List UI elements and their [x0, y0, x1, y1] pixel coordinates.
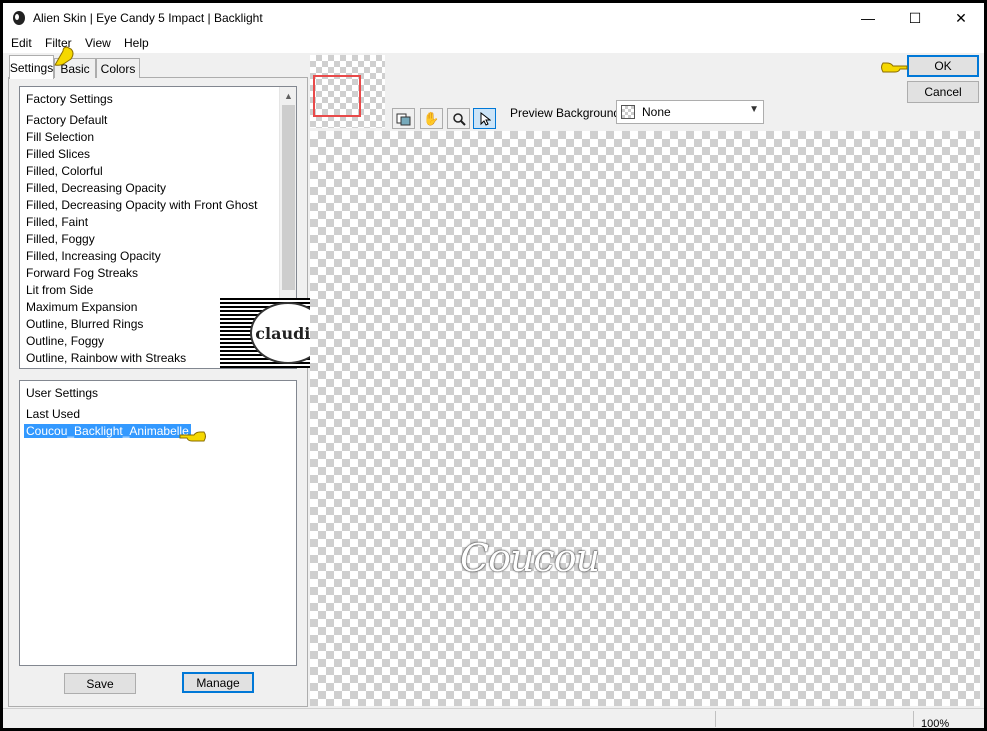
menu-edit[interactable]: Edit: [11, 36, 32, 50]
menu-view[interactable]: View: [85, 36, 111, 50]
preview-canvas[interactable]: Coucou: [310, 131, 980, 706]
navigator-frame[interactable]: [313, 75, 361, 117]
user-settings-list[interactable]: User Settings Last Used Coucou_Backlight…: [19, 380, 297, 666]
list-item[interactable]: Fill Selection: [26, 130, 94, 144]
tab-settings[interactable]: Settings: [9, 55, 54, 79]
minimize-icon: —: [861, 10, 875, 26]
manage-button[interactable]: Manage: [182, 672, 254, 693]
preview-toggle-button[interactable]: [392, 108, 415, 129]
list-item[interactable]: Outline, Blurred Rings: [26, 317, 143, 331]
list-item[interactable]: Outline, Foggy: [26, 334, 104, 348]
selection-arrow-button[interactable]: [473, 108, 496, 129]
preview-background-label: Preview Background:: [510, 106, 624, 120]
list-item[interactable]: Filled, Foggy: [26, 232, 95, 246]
preview-effect-text: Coucou: [460, 536, 600, 580]
menu-help[interactable]: Help: [124, 36, 149, 50]
magnifier-icon: [452, 112, 466, 126]
list-item[interactable]: Filled, Colorful: [26, 164, 103, 178]
list-item-last-used[interactable]: Last Used: [26, 407, 80, 421]
maximize-icon: ☐: [908, 9, 922, 26]
preview-background-value: None: [642, 105, 671, 119]
list-item[interactable]: Filled, Increasing Opacity: [26, 249, 161, 263]
arrow-pointer-icon: [480, 111, 491, 126]
eye-candy-window: Alien Skin | Eye Candy 5 Impact | Backli…: [3, 3, 984, 728]
chevron-down-icon: ▼: [749, 104, 759, 115]
zoom-level: 100%: [921, 718, 950, 728]
zoom-button[interactable]: [447, 108, 470, 129]
scroll-thumb[interactable]: [282, 105, 295, 290]
save-button[interactable]: Save: [64, 673, 136, 694]
list-item[interactable]: Lit from Side: [26, 283, 93, 297]
close-icon: ✕: [955, 9, 967, 26]
tab-colors[interactable]: Colors: [96, 58, 140, 78]
factory-settings-header: Factory Settings: [26, 92, 113, 106]
status-bar: 100%: [3, 708, 984, 728]
hand-icon: ✋: [423, 110, 440, 126]
list-item[interactable]: Filled, Decreasing Opacity: [26, 181, 166, 195]
list-item[interactable]: Filled, Decreasing Opacity with Front Gh…: [26, 198, 257, 212]
pointing-hand-icon: [179, 431, 206, 442]
list-item-selected[interactable]: Coucou_Backlight_Animabelle: [24, 424, 191, 438]
list-item[interactable]: Factory Default: [26, 113, 107, 127]
cancel-button[interactable]: Cancel: [907, 81, 979, 103]
user-settings-header: User Settings: [26, 386, 99, 400]
preview-toggle-icon: [396, 113, 410, 125]
menu-bar: Edit Filter View Help: [3, 33, 984, 53]
preview-background-select[interactable]: None ▼: [616, 100, 764, 124]
minimize-button[interactable]: —: [845, 3, 891, 33]
status-divider: [913, 711, 914, 727]
settings-tab-panel: Factory Settings Factory Default Fill Se…: [8, 77, 308, 707]
title-bar: Alien Skin | Eye Candy 5 Impact | Backli…: [3, 3, 984, 33]
status-divider: [715, 711, 716, 727]
window-title: Alien Skin | Eye Candy 5 Impact | Backli…: [33, 11, 263, 25]
pan-hand-button[interactable]: ✋: [420, 108, 443, 129]
alien-skin-app-icon: [13, 11, 25, 25]
close-button[interactable]: ✕: [938, 3, 984, 33]
pointing-hand-icon: [881, 62, 908, 73]
checker-swatch-icon: [621, 105, 635, 119]
navigator-thumbnail[interactable]: [310, 55, 385, 128]
list-item[interactable]: Filled Slices: [26, 147, 90, 161]
maximize-button[interactable]: ☐: [892, 3, 938, 33]
list-item[interactable]: Outline, Rainbow with Streaks: [26, 351, 186, 365]
list-item[interactable]: Filled, Faint: [26, 215, 88, 229]
scroll-up-icon[interactable]: ▲: [280, 87, 297, 104]
list-item[interactable]: Forward Fog Streaks: [26, 266, 138, 280]
list-item[interactable]: Maximum Expansion: [26, 300, 137, 314]
ok-button[interactable]: OK: [907, 55, 979, 77]
